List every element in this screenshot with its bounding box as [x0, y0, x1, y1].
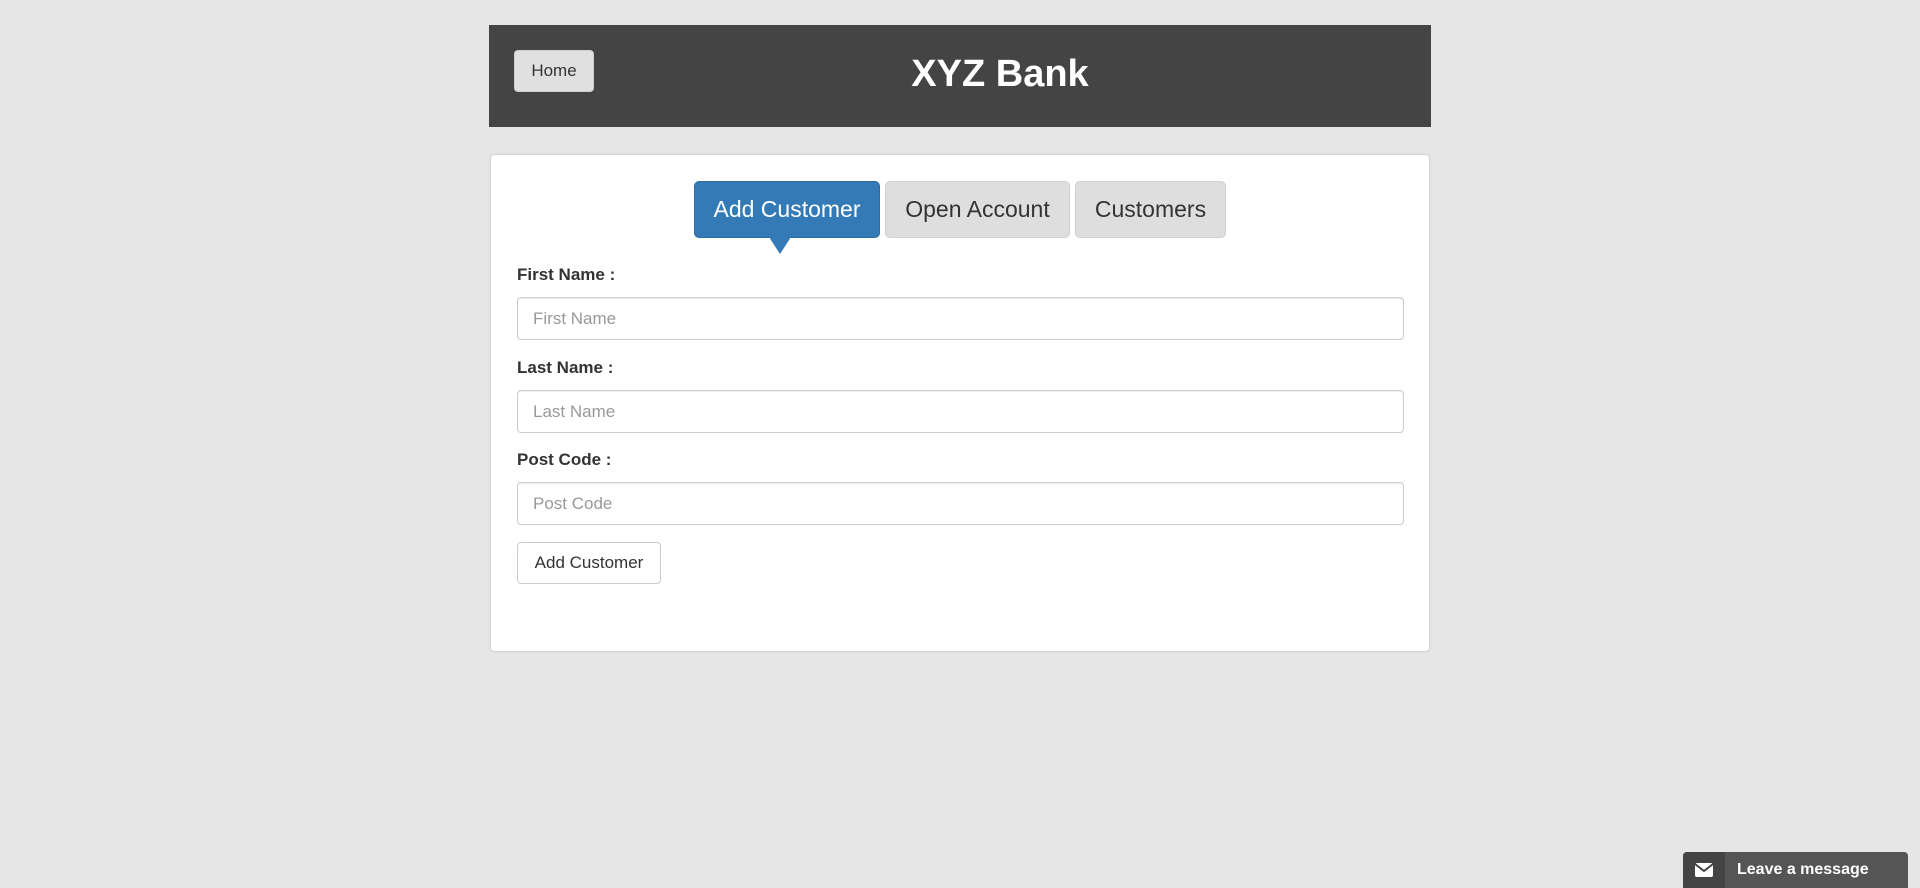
tab-add-customer[interactable]: Add Customer: [694, 181, 880, 254]
tab-open-account[interactable]: Open Account: [885, 181, 1070, 238]
leave-message-label: Leave a message: [1737, 861, 1869, 878]
last-name-group: Last Name :: [517, 358, 1404, 433]
first-name-input[interactable]: [517, 297, 1404, 340]
last-name-input[interactable]: [517, 390, 1404, 433]
last-name-label: Last Name :: [517, 358, 614, 377]
app-title: XYZ Bank: [911, 53, 1089, 95]
main-panel: Add Customer Open Account Customers Firs…: [490, 154, 1430, 652]
tab-bar: Add Customer Open Account Customers: [694, 181, 1226, 254]
envelope-icon: [1683, 852, 1725, 888]
first-name-group: First Name :: [517, 265, 1404, 340]
leave-message-widget[interactable]: Leave a message: [1683, 852, 1908, 888]
post-code-input[interactable]: [517, 482, 1404, 525]
app-header: Home XYZ Bank: [489, 25, 1431, 127]
add-customer-button[interactable]: Add Customer: [517, 542, 661, 584]
first-name-label: First Name :: [517, 265, 616, 284]
post-code-group: Post Code :: [517, 450, 1404, 525]
post-code-label: Post Code :: [517, 450, 612, 469]
tab-customers[interactable]: Customers: [1075, 181, 1226, 238]
